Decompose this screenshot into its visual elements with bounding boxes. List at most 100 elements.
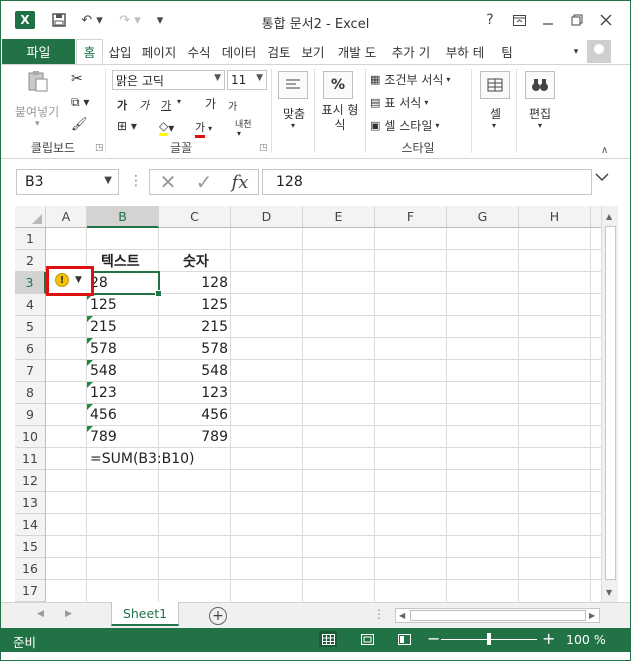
select-all-button[interactable] — [15, 206, 46, 228]
paste-dropdown-icon[interactable]: ▾ — [35, 119, 40, 129]
scroll-left-icon[interactable]: ◀ — [399, 611, 405, 620]
restore-icon[interactable] — [564, 9, 590, 31]
row-header-7[interactable]: 7 — [15, 360, 46, 382]
row-header-8[interactable]: 8 — [15, 382, 46, 404]
column-header-a[interactable]: A — [46, 206, 87, 228]
cell-b7[interactable]: 548 — [87, 360, 159, 382]
cell-c3[interactable]: 128 — [159, 272, 231, 294]
close-icon[interactable] — [593, 9, 619, 31]
ribbon-display-icon[interactable] — [506, 9, 532, 31]
column-header-d[interactable]: D — [231, 206, 303, 228]
font-size-combo[interactable]: 11 ▼ — [227, 70, 267, 90]
cell-c5[interactable]: 215 — [159, 316, 231, 338]
number-format-button[interactable]: 표시 형식 — [318, 103, 362, 133]
prev-sheet-icon[interactable]: ◀ — [37, 609, 44, 619]
normal-view-icon[interactable] — [319, 631, 337, 647]
cell-c8[interactable]: 123 — [159, 382, 231, 404]
cell-c2[interactable]: 숫자 — [180, 250, 252, 272]
format-painter-icon[interactable]: 🖌 — [71, 117, 88, 132]
tab-split-grip-icon[interactable]: ⋮ — [373, 607, 385, 621]
bold-button[interactable]: 가 — [117, 97, 127, 113]
name-box[interactable]: B3 ▼ — [16, 169, 119, 195]
row-header-17[interactable]: 17 — [15, 580, 46, 602]
clipboard-launcher-icon[interactable]: ◳ — [95, 143, 104, 153]
page-layout-view-icon[interactable] — [358, 631, 376, 647]
column-header-c[interactable]: C — [159, 206, 231, 228]
tab-home[interactable]: 홈 — [76, 39, 103, 64]
editing-button[interactable]: 편집 — [529, 105, 551, 122]
row-header-13[interactable]: 13 — [15, 492, 46, 514]
cell-b6[interactable]: 578 — [87, 338, 159, 360]
cell-b2[interactable]: 텍스트 — [98, 250, 170, 272]
column-header-b[interactable]: B — [87, 206, 159, 228]
row-header-3[interactable]: 3 — [15, 272, 46, 294]
tab-view[interactable]: 보기 — [297, 39, 329, 64]
column-header-g[interactable]: G — [447, 206, 519, 228]
zoom-in-button[interactable]: + — [542, 629, 555, 648]
tab-file[interactable]: 파일 — [2, 39, 75, 64]
zoom-out-button[interactable]: − — [427, 629, 440, 648]
tab-overflow-icon[interactable]: ▾ — [569, 39, 583, 64]
column-header-e[interactable]: E — [303, 206, 375, 228]
cell-styles-button[interactable]: ▣ 셀 스타일 ▾ — [370, 117, 439, 134]
paste-button[interactable]: 붙여넣기 — [15, 103, 63, 120]
tab-insert[interactable]: 삽입 — [105, 39, 135, 64]
account-avatar[interactable] — [587, 40, 611, 63]
cell-b4[interactable]: 125 — [87, 294, 159, 316]
tab-team[interactable]: 팀 — [493, 39, 521, 64]
worksheet-grid[interactable]: A B C D E F G H 1 2 3 4 5 6 7 8 9 10 11 … — [15, 206, 601, 602]
formula-bar-grip-icon[interactable]: ⋮ — [129, 173, 143, 189]
cell-c4[interactable]: 125 — [159, 294, 231, 316]
cell-c10[interactable]: 789 — [159, 426, 231, 448]
cell-c7[interactable]: 548 — [159, 360, 231, 382]
expand-formula-bar-icon[interactable] — [595, 171, 609, 185]
scroll-up-icon[interactable]: ▲ — [606, 212, 612, 221]
scroll-down-icon[interactable]: ▼ — [606, 588, 612, 597]
underline-button[interactable]: 가 — [161, 97, 171, 113]
vertical-scroll-thumb[interactable] — [605, 226, 616, 580]
font-launcher-icon[interactable]: ◳ — [259, 143, 268, 153]
row-header-14[interactable]: 14 — [15, 514, 46, 536]
italic-button[interactable]: 가 — [139, 97, 149, 113]
tab-formulas[interactable]: 수식 — [183, 39, 215, 64]
help-button[interactable]: ? — [477, 9, 503, 31]
fill-color-icon[interactable]: ◇ ▾ — [159, 119, 174, 136]
font-color-button[interactable]: 가 ▾ — [195, 119, 212, 138]
vertical-scrollbar[interactable]: ▲ ▼ — [601, 206, 618, 602]
underline-dropdown-icon[interactable]: ▾ — [177, 97, 181, 106]
cell-b10[interactable]: 789 — [87, 426, 159, 448]
tab-page-layout[interactable]: 페이지 — [137, 39, 181, 64]
error-checking-button[interactable]: ! ▼ — [46, 266, 94, 296]
minimize-icon[interactable] — [535, 9, 561, 31]
page-break-view-icon[interactable] — [395, 631, 413, 647]
format-as-table-button[interactable]: ▤ 표 서식 ▾ — [370, 94, 428, 111]
shrink-font-button[interactable]: 가 — [228, 98, 237, 113]
tab-developer[interactable]: 개발 도 — [331, 39, 383, 64]
tab-load-test[interactable]: 부하 테 — [439, 39, 491, 64]
column-header-h[interactable]: H — [519, 206, 591, 228]
cell-b5[interactable]: 215 — [87, 316, 159, 338]
row-header-16[interactable]: 16 — [15, 558, 46, 580]
zoom-level[interactable]: 100 % — [566, 632, 606, 647]
grow-font-button[interactable]: 가 — [205, 95, 216, 112]
column-header-f[interactable]: F — [375, 206, 447, 228]
horizontal-scrollbar[interactable]: ◀ ▶ — [395, 608, 600, 623]
row-header-10[interactable]: 10 — [15, 426, 46, 448]
cell-b8[interactable]: 123 — [87, 382, 159, 404]
cells-dropdown-icon[interactable]: ▾ — [492, 121, 496, 130]
row-header-5[interactable]: 5 — [15, 316, 46, 338]
new-sheet-icon[interactable]: + — [209, 607, 227, 625]
row-header-15[interactable]: 15 — [15, 536, 46, 558]
next-sheet-icon[interactable]: ▶ — [65, 609, 72, 619]
tab-add-ins[interactable]: 추가 기 — [385, 39, 437, 64]
enter-check-icon[interactable]: ✓ — [196, 170, 213, 194]
formula-input[interactable]: 128 — [262, 169, 592, 195]
paste-icon[interactable] — [15, 69, 61, 93]
cell-c6[interactable]: 578 — [159, 338, 231, 360]
borders-icon[interactable]: ⊞ ▾ — [117, 119, 137, 133]
cells-icon[interactable] — [480, 71, 510, 99]
conditional-formatting-button[interactable]: ▦ 조건부 서식 ▾ — [370, 71, 450, 88]
cell-c9[interactable]: 456 — [159, 404, 231, 426]
row-header-2[interactable]: 2 — [15, 250, 46, 272]
tab-data[interactable]: 데이터 — [217, 39, 261, 64]
